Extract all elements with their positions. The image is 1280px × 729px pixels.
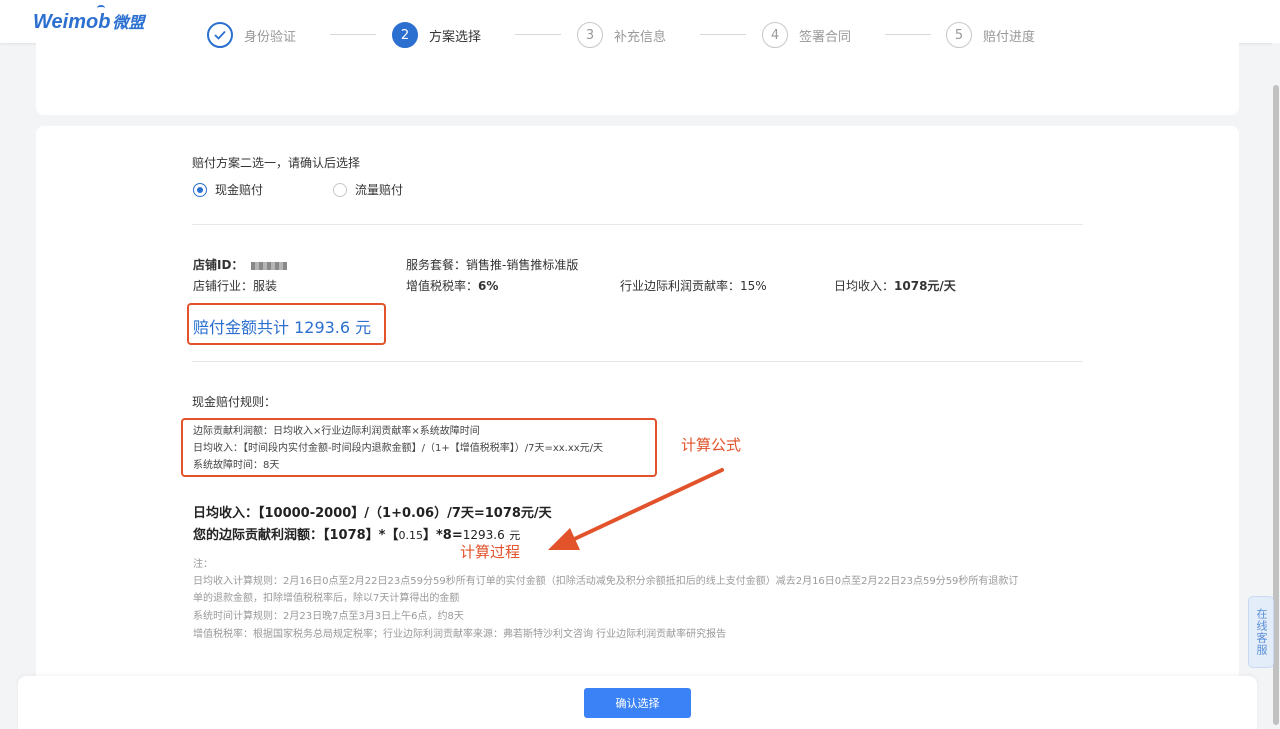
radio-label: 流量赔付	[355, 183, 404, 197]
daily-value: 1078元/天	[894, 279, 956, 293]
divider	[192, 224, 1083, 225]
step-plan: 2 方案选择	[392, 22, 481, 48]
step-number: 4	[762, 22, 788, 48]
radio-button[interactable]	[193, 182, 207, 197]
rule-line: 边际贡献利润额：日均收入×行业边际利润贡献率×系统故障时间	[193, 426, 480, 437]
vat-label: 增值税税率：	[406, 279, 479, 293]
step-contract: 4 签署合同	[762, 22, 851, 48]
radio-traffic[interactable]: 流量赔付	[333, 181, 403, 198]
total-amount: 赔付金额共计 1293.6 元	[193, 318, 372, 337]
step-label: 补充信息	[614, 29, 667, 45]
radio-cash[interactable]: 现金赔付	[193, 181, 263, 198]
rules-title: 现金赔付规则：	[192, 395, 277, 409]
note-line: 系统时间计算规则：2月23日晚7点至3月3日上午6点，约8天	[193, 611, 464, 622]
plan-prompt: 赔付方案二选一，请确认后选择	[192, 156, 361, 170]
step-connector	[700, 34, 746, 35]
step-number: 2	[392, 22, 418, 48]
calc-daily-income: 日均收入：【10000-2000】/（1+0.06）/7天=1078元/天	[193, 506, 552, 521]
service-value: 销售推-销售推标准版	[466, 258, 579, 272]
step-number: 5	[946, 22, 972, 48]
calc-value: 1293.6	[462, 528, 505, 542]
logo-cn-text: 微盟	[112, 15, 145, 32]
step-label: 签署合同	[799, 29, 852, 45]
steps-card	[36, 43, 1239, 115]
step-number: 3	[577, 22, 603, 48]
step-identity: 身份验证	[207, 22, 296, 48]
rule-line: 日均收入：【时间段内实付金额-时间段内退款金额】/（1+【增值税税率】）/7天=…	[193, 443, 604, 454]
confirm-button[interactable]: 确认选择	[584, 688, 691, 718]
arrow-icon	[548, 468, 724, 550]
online-service-button[interactable]: 在线客服	[1248, 596, 1274, 668]
formula-annotation: 计算公式	[681, 436, 742, 454]
step-label: 身份验证	[244, 29, 297, 45]
step-progress: 5 赔付进度	[946, 22, 1035, 48]
rule-line: 系统故障时间：8天	[193, 460, 280, 471]
logo-signal-icon	[97, 5, 105, 11]
checkmark-icon	[207, 22, 233, 48]
service-label: 服务套餐：	[406, 258, 467, 272]
calc-prefix: 您的边际贡献利润额：【1078】*【	[193, 528, 399, 543]
calc-rate: 0.15	[398, 529, 423, 542]
store-id-label: 店铺ID：	[193, 258, 244, 272]
step-connector	[885, 34, 931, 35]
process-annotation: 计算过程	[460, 543, 521, 561]
note-line: 增值税税率：根据国家税务总局规定税率；行业边际利润贡献率来源：弗若斯特沙利文咨询…	[193, 629, 727, 640]
step-label: 方案选择	[429, 29, 482, 45]
logo-text: Weimob	[33, 11, 111, 33]
daily-income: 日均收入：1078元/天	[834, 277, 956, 294]
service-package: 服务套餐：销售推-销售推标准版	[406, 256, 578, 273]
radio-label: 现金赔付	[215, 183, 264, 197]
divider	[192, 361, 1083, 362]
radio-button[interactable]	[333, 182, 347, 197]
step-connector	[330, 34, 376, 35]
step-connector	[515, 34, 561, 35]
calc-mid: 】*8=	[422, 528, 463, 543]
note-line: 日均收入计算规则：2月16日0点至2月22日23点59分59秒所有订单的实付金额…	[193, 576, 1019, 587]
note-title: 注：	[193, 559, 213, 570]
weimob-logo[interactable]: Weimob 微盟	[33, 9, 144, 34]
margin-rate: 行业边际利润贡献率：15%	[620, 279, 767, 293]
note-line: 单的退款金额，扣除增值税税率后，除以7天计算得出的金额	[193, 593, 460, 604]
store-id: 店铺ID：	[193, 256, 288, 273]
step-label: 赔付进度	[983, 29, 1036, 45]
step-supplement: 3 补充信息	[577, 22, 666, 48]
store-industry: 店铺行业：服装	[193, 279, 278, 293]
vat-value: 6%	[478, 279, 499, 293]
vat-rate: 增值税税率：6%	[406, 277, 498, 294]
masked-store-id	[251, 261, 288, 270]
daily-label: 日均收入：	[834, 279, 895, 293]
